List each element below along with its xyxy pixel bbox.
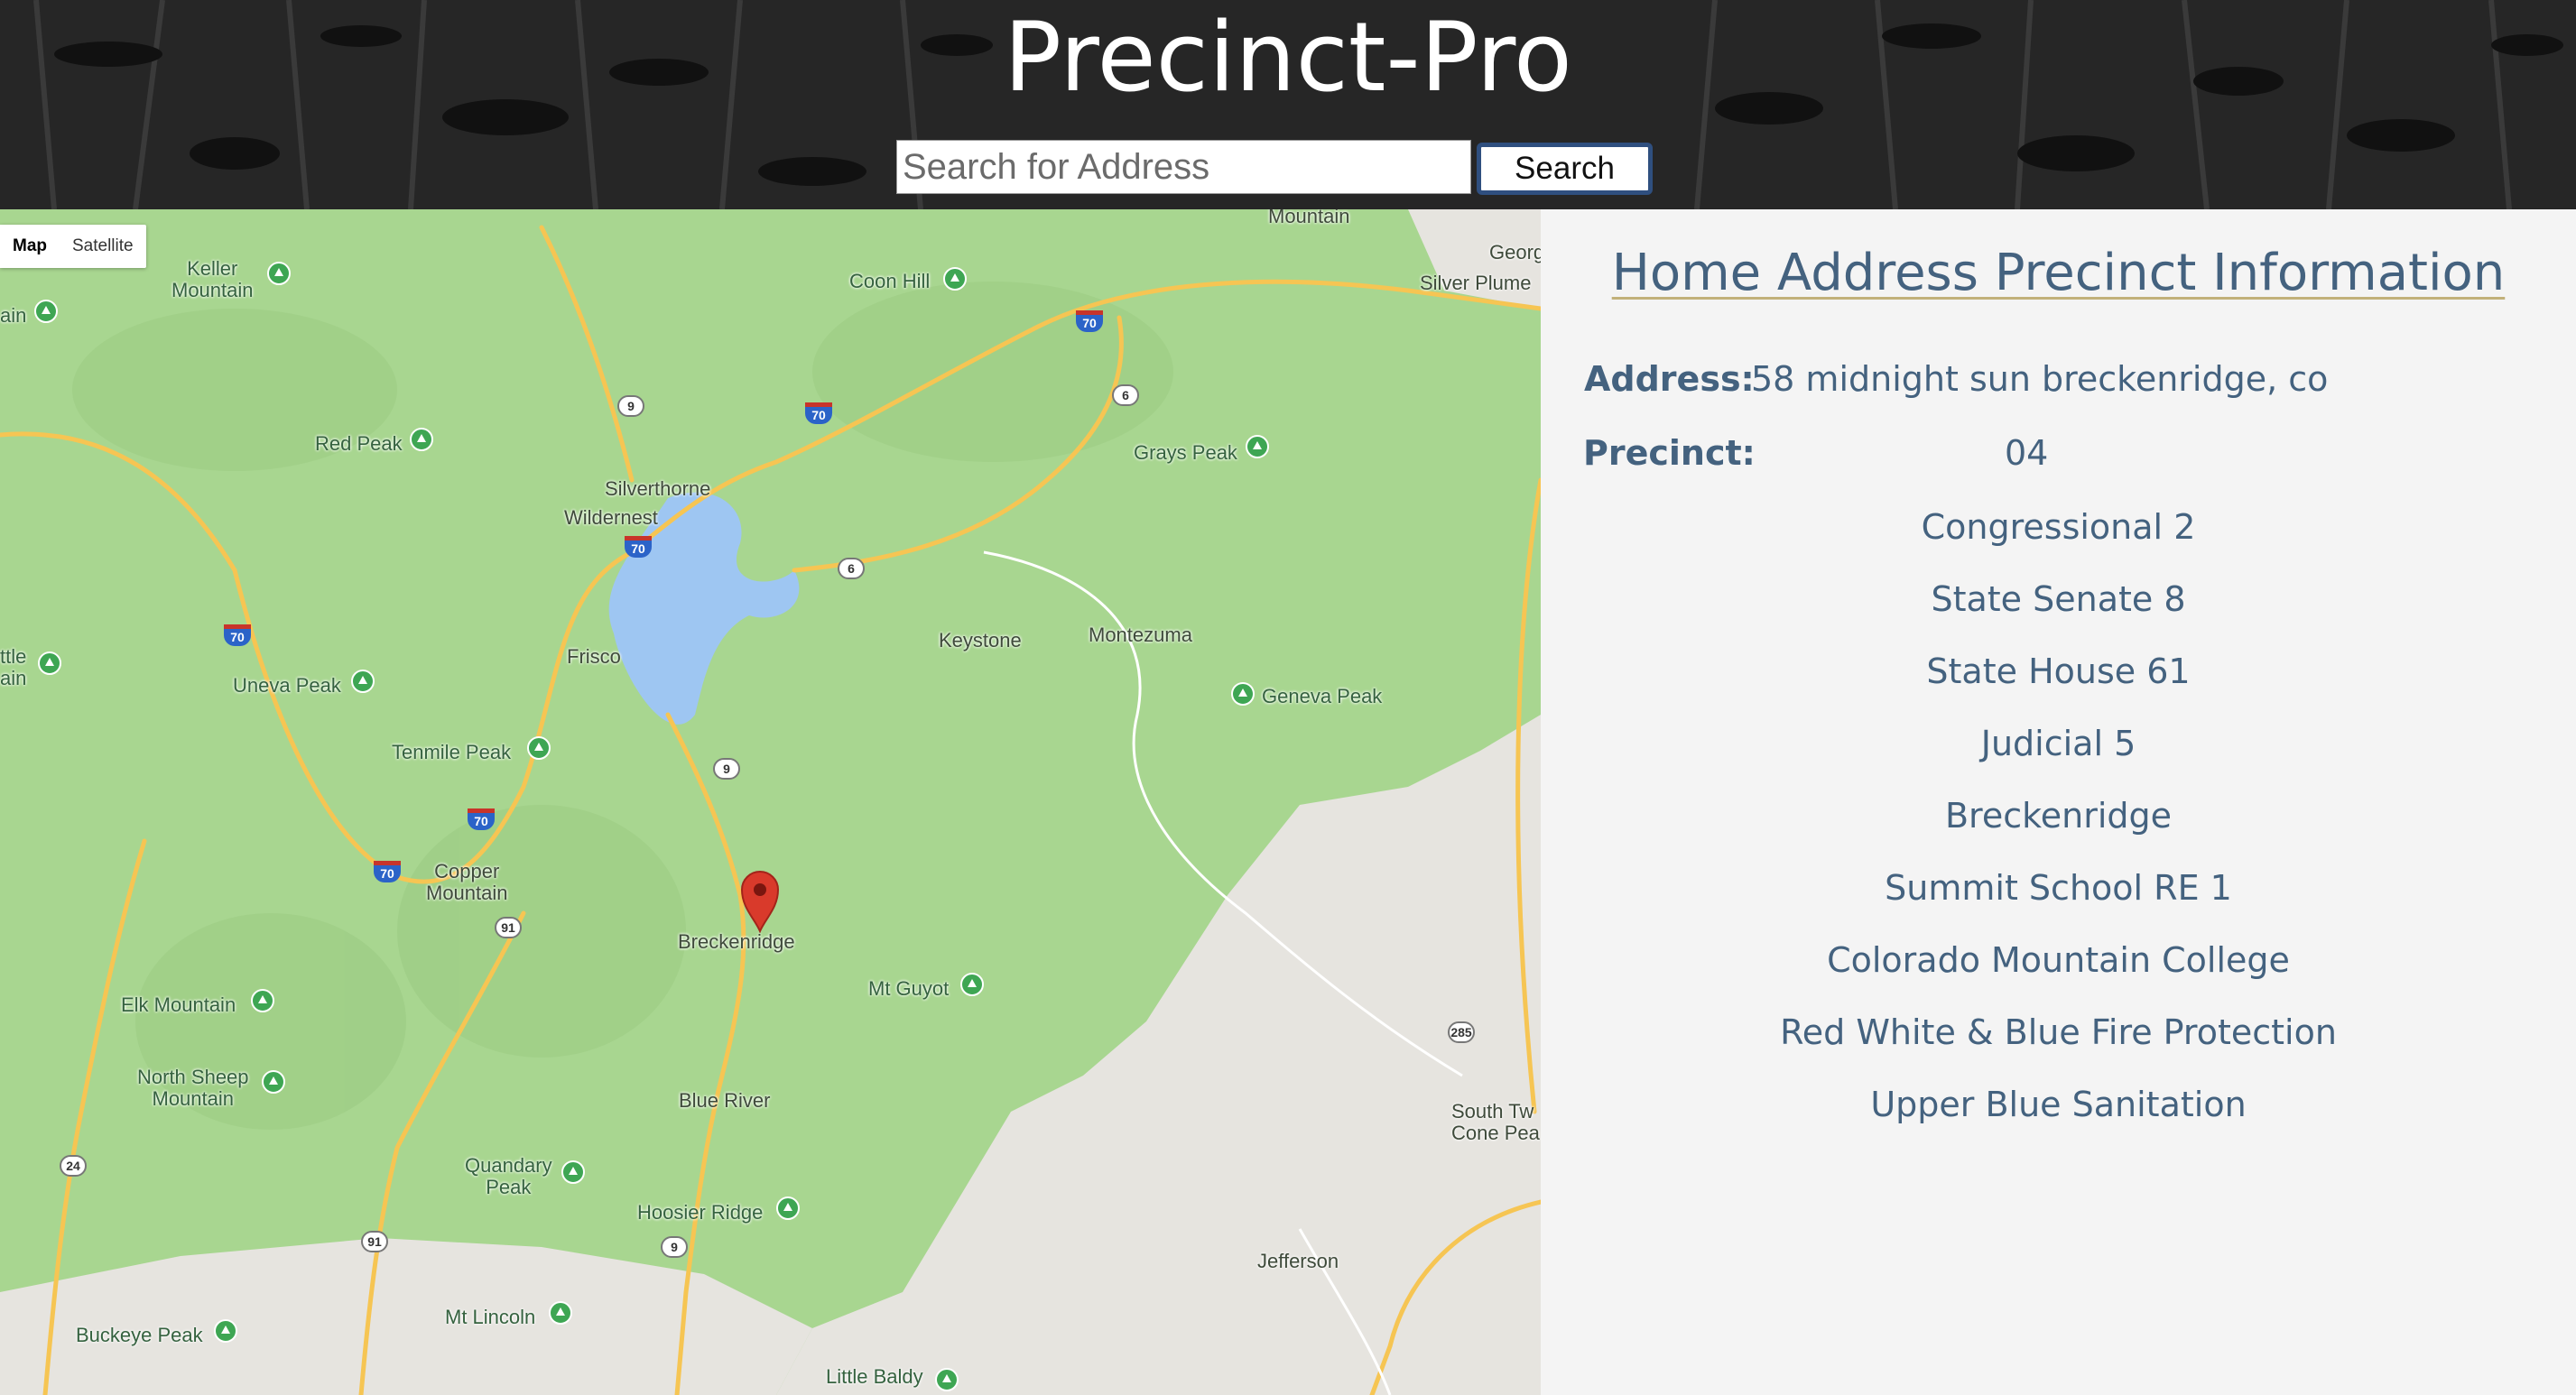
map-label-keystone: Keystone [939,629,1022,651]
map-base-layer [0,209,1541,1395]
district-item: State House 61 [1926,651,2191,691]
info-title: Home Address Precinct Information [1611,244,2506,302]
map-label-ain: ain [0,304,27,327]
map-label-mt-lincoln: Mt Lincoln [445,1306,536,1328]
map-label-hoosier-ridge: Hoosier Ridge [637,1201,764,1224]
map-label-blue-river: Blue River [679,1089,771,1112]
peak-icon [960,973,984,996]
search-button[interactable]: Search [1477,143,1653,195]
peak-icon [935,1368,959,1391]
district-item: State Senate 8 [1931,579,2186,619]
interstate-70-shield: 70 [805,402,832,424]
map-label-frisco: Frisco [567,645,621,668]
map-label-breckenridge: Breckenridge [678,930,795,953]
district-item: Upper Blue Sanitation [1870,1085,2247,1124]
map-label-little-baldy: Little Baldy [826,1365,923,1388]
peak-icon [943,267,967,291]
peak-icon [561,1160,585,1184]
map-label-tenmile-peak: Tenmile Peak [392,741,512,763]
map-label-little-ain: ttle ain [0,645,27,689]
peak-icon [1246,435,1269,458]
district-item: Judicial 5 [1980,724,2136,763]
map-label-south-twin-cone-peak: South Tw Cone Pea [1451,1100,1540,1144]
us-24-shield: 24 [60,1155,87,1177]
map-type-map-button[interactable]: Map [0,225,60,268]
interstate-70-shield: 70 [374,861,401,882]
peak-icon [410,428,433,451]
map-label-quandary-peak: Quandary Peak [465,1154,552,1198]
map-label-silverthorne: Silverthorne [605,477,711,500]
map-label-red-peak: Red Peak [315,432,403,455]
map-label-montezuma: Montezuma [1089,624,1192,646]
map-label-mountain: Mountain [1268,209,1350,227]
map-label-elk-mountain: Elk Mountain [121,993,236,1016]
peak-icon [262,1070,285,1094]
peak-icon [38,651,61,675]
map-label-wildernest: Wildernest [564,506,658,529]
map-label-mt-guyot: Mt Guyot [868,977,950,1000]
peak-icon [549,1301,572,1325]
map-label-coon-hill: Coon Hill [849,270,931,292]
address-value: 58 midnight sun breckenridge, co [1751,359,2329,399]
map-label-geneva-peak: Geneva Peak [1262,685,1383,707]
map-label-silver-plume: Silver Plume [1420,272,1532,294]
map-label-jefferson: Jefferson [1257,1250,1339,1272]
site-title: Precinct-Pro [1004,2,1572,113]
precinct-value: 04 [2005,433,2049,473]
map-label-buckeye-peak: Buckeye Peak [76,1324,203,1346]
highway-9-shield: 9 [617,395,644,417]
peak-icon [527,736,551,760]
highway-9-shield: 9 [661,1236,688,1258]
map-view[interactable]: Map Satellite Mountain Georg Silver Plum… [0,209,1541,1395]
address-label: Address: [1584,359,1755,399]
peak-icon [1231,682,1255,706]
map-label-grays-peak: Grays Peak [1134,441,1237,464]
highway-91-shield: 91 [361,1231,388,1252]
search-input[interactable] [896,140,1471,194]
map-label-copper-mountain: Copper Mountain [426,860,508,904]
peak-icon [34,300,58,323]
highway-91-shield: 91 [495,917,522,938]
map-label-uneva-peak: Uneva Peak [233,674,341,697]
precinct-label: Precinct: [1583,433,1756,473]
peak-icon [351,670,375,693]
highway-9-shield: 9 [713,758,740,780]
interstate-70-shield: 70 [468,808,495,830]
precinct-info-panel: Home Address Precinct Information Addres… [1541,209,2576,1395]
us-285-shield: 285 [1448,1021,1475,1043]
interstate-70-shield: 70 [1076,310,1103,332]
us-6-shield: 6 [1112,384,1139,406]
interstate-70-shield: 70 [625,536,652,558]
district-item: Red White & Blue Fire Protection [1780,1012,2337,1052]
map-label-georg: Georg [1489,241,1541,263]
peak-icon [267,262,291,285]
peak-icon [251,989,274,1012]
header-banner: Precinct-Pro Search [0,0,2576,209]
map-type-control: Map Satellite [0,225,146,268]
district-item: Breckenridge [1944,796,2173,836]
map-type-satellite-button[interactable]: Satellite [60,225,146,268]
peak-icon [776,1196,800,1220]
peak-icon [214,1319,237,1343]
us-6-shield: 6 [838,558,865,579]
interstate-70-shield: 70 [224,624,251,646]
district-item: Congressional 2 [1921,507,2196,547]
map-label-keller-mountain: Keller Mountain [171,257,254,301]
district-item: Colorado Mountain College [1827,940,2290,980]
district-item: Summit School RE 1 [1885,868,2232,908]
map-label-north-sheep-mountain: North Sheep Mountain [137,1066,249,1110]
map-pin-icon[interactable] [738,866,782,933]
